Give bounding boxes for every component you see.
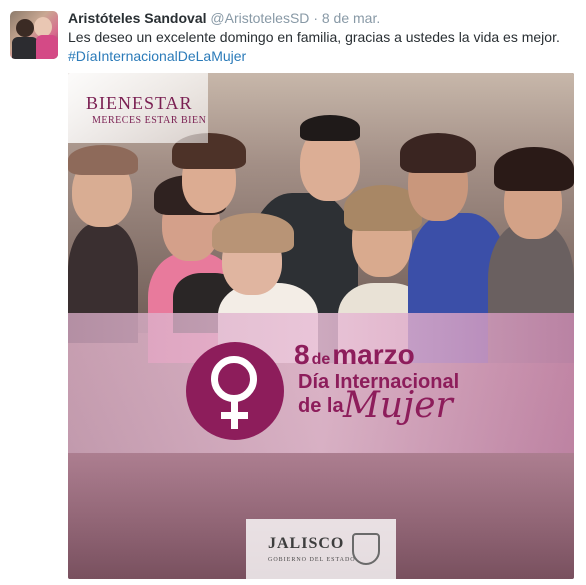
tweet-date[interactable]: 8 de mar.	[322, 10, 380, 26]
bienestar-logo-subtitle: MERECES ESTAR BIEN	[92, 115, 207, 126]
jalisco-logo-title: JALISCO	[268, 535, 345, 552]
person-hair	[400, 133, 476, 173]
author-handle[interactable]: @AristotelesSD	[210, 10, 309, 26]
author-name[interactable]: Aristóteles Sandoval	[68, 10, 207, 26]
banner-date: 8 demarzo	[294, 339, 415, 371]
hashtag-link[interactable]: #DíaInternacionalDeLaMujer	[68, 47, 246, 66]
person-hair	[68, 145, 138, 175]
tweet: Aristóteles Sandoval @AristotelesSD · 8 …	[0, 0, 586, 585]
crest-icon	[352, 533, 380, 565]
venus-icon	[186, 342, 284, 440]
person-hair	[212, 213, 294, 253]
person-hair	[494, 147, 574, 191]
banner-day: 8	[294, 339, 310, 370]
bienestar-logo-title: BIENESTAR	[86, 93, 193, 113]
tweet-header: Aristóteles Sandoval @AristotelesSD · 8 …	[68, 9, 380, 27]
avatar[interactable]	[10, 11, 58, 59]
banner-month: marzo	[332, 339, 415, 370]
banner-connector: de	[311, 351, 331, 368]
jalisco-logo: JALISCO GOBIERNO DEL ESTADO	[246, 519, 396, 579]
separator: ·	[313, 10, 318, 26]
banner-line-3: Mujer	[343, 385, 453, 426]
person-hair	[300, 115, 360, 141]
tweet-media[interactable]: BIENESTAR MERECES ESTAR BIEN 8 demarzo Dí…	[68, 73, 574, 579]
jalisco-logo-subtitle: GOBIERNO DEL ESTADO	[268, 557, 356, 563]
bienestar-logo: BIENESTAR MERECES ESTAR BIEN	[68, 73, 208, 143]
tweet-text: Les deseo un excelente domingo en famili…	[68, 29, 560, 45]
banner-line-2: de la	[298, 395, 344, 417]
